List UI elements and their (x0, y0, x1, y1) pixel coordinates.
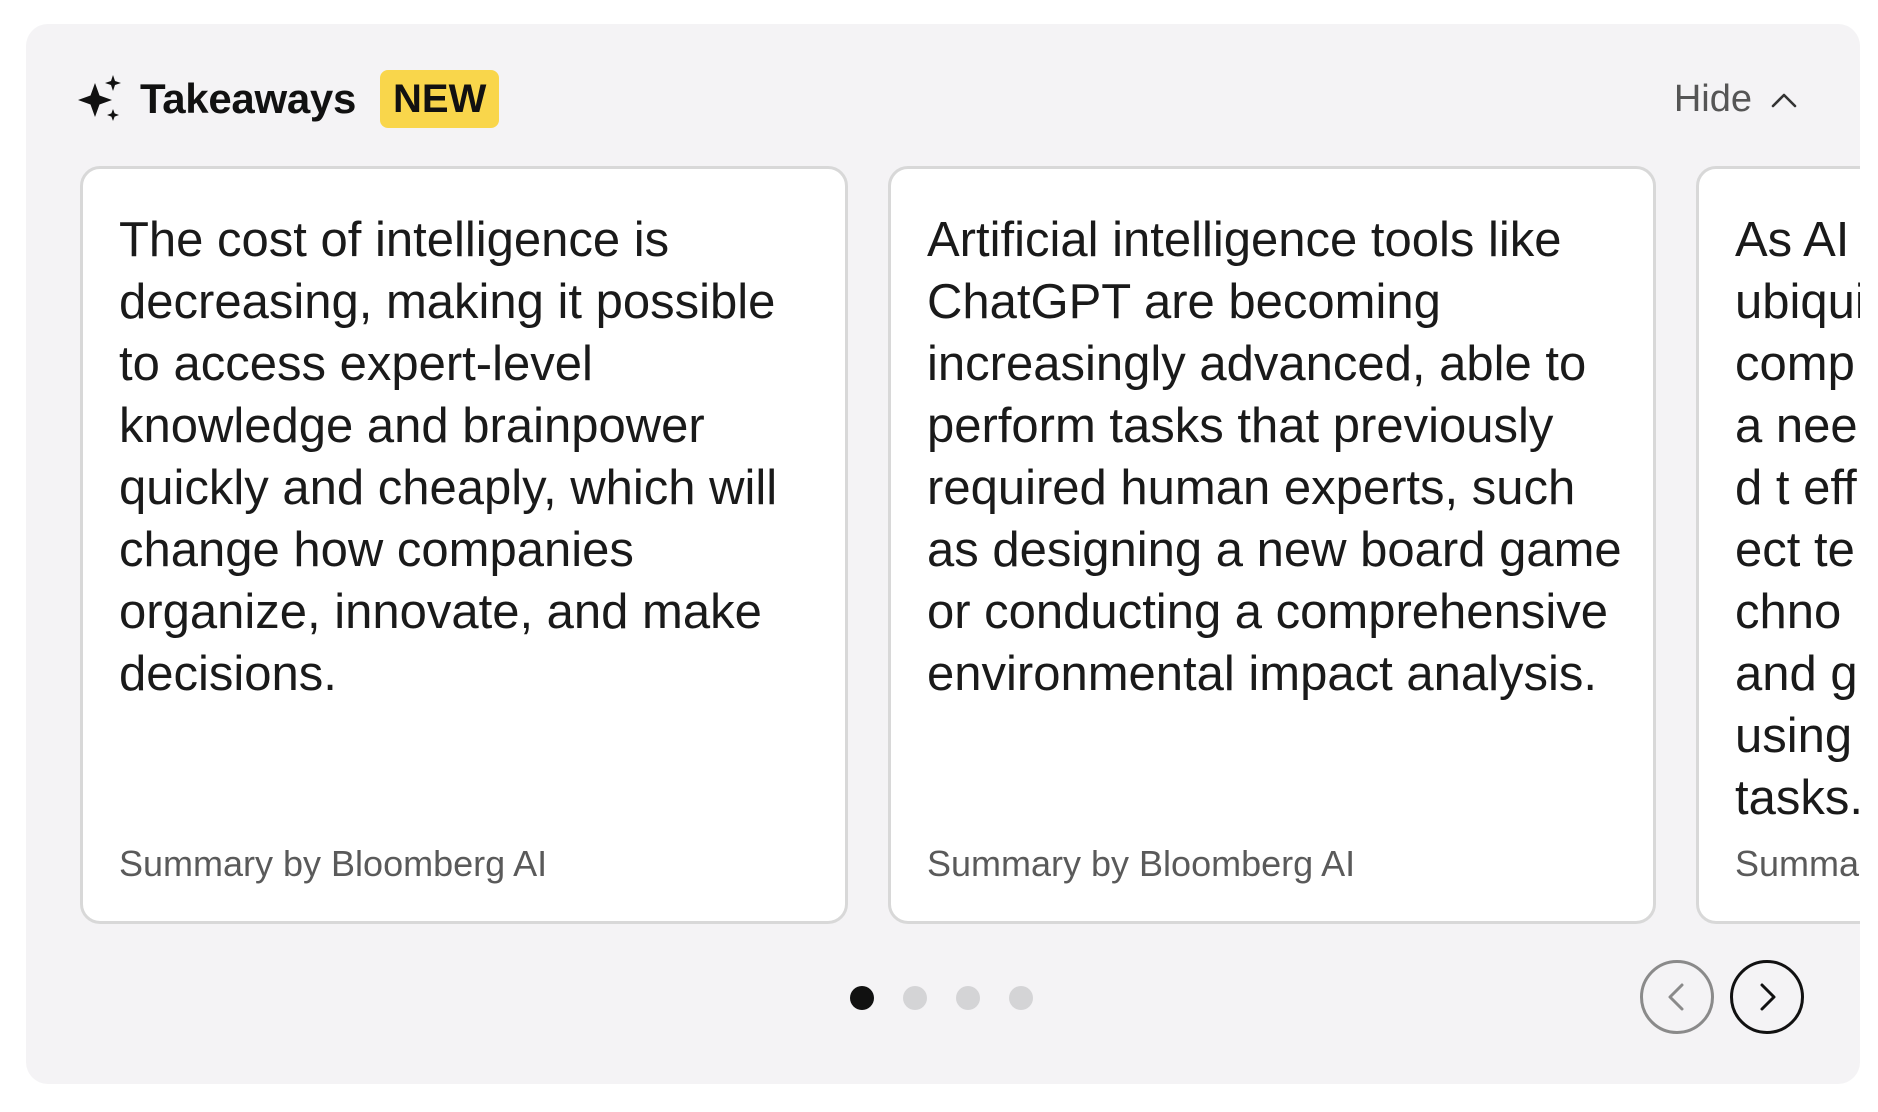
takeaway-card[interactable]: The cost of intelligence is decreasing, … (80, 166, 848, 924)
hide-toggle-button[interactable]: Hide (1674, 78, 1800, 121)
chevron-up-icon (1771, 93, 1797, 107)
pagination-dot[interactable] (1009, 986, 1033, 1010)
takeaway-text: Artificial intelligence tools like ChatG… (927, 213, 1622, 701)
takeaways-title: Takeaways (140, 75, 357, 122)
takeaways-carousel: The cost of intelligence is decreasing, … (80, 166, 1860, 952)
takeaway-card[interactable]: As AI ubiqui compa need t effect techno … (1696, 166, 1860, 924)
chevron-right-icon (1760, 983, 1776, 1011)
previous-button[interactable] (1640, 960, 1714, 1034)
takeaways-panel: Takeaways NEW Hide The cost of intellige… (26, 24, 1860, 1084)
sparkle-icon (78, 75, 121, 121)
hide-label: Hide (1673, 78, 1752, 120)
carousel-pagination (850, 986, 1062, 1010)
summary-attribution: Summary by Bloomberg AI (927, 843, 1356, 884)
takeaway-card[interactable]: Artificial intelligence tools like ChatG… (888, 166, 1656, 924)
next-button[interactable] (1730, 960, 1804, 1034)
summary-attribution: Summar (1735, 843, 1860, 884)
summary-attribution: Summary by Bloomberg AI (119, 843, 548, 884)
new-badge: NEW (380, 70, 500, 128)
takeaway-text: The cost of intelligence is decreasing, … (119, 213, 778, 701)
pagination-dot[interactable] (850, 986, 874, 1010)
pagination-dot[interactable] (903, 986, 927, 1010)
takeaways-header: Takeaways NEW (76, 70, 500, 128)
pagination-dot[interactable] (956, 986, 980, 1010)
takeaway-text: As AI ubiqui compa need t effect techno … (1735, 213, 1860, 825)
chevron-left-icon (1668, 983, 1684, 1011)
